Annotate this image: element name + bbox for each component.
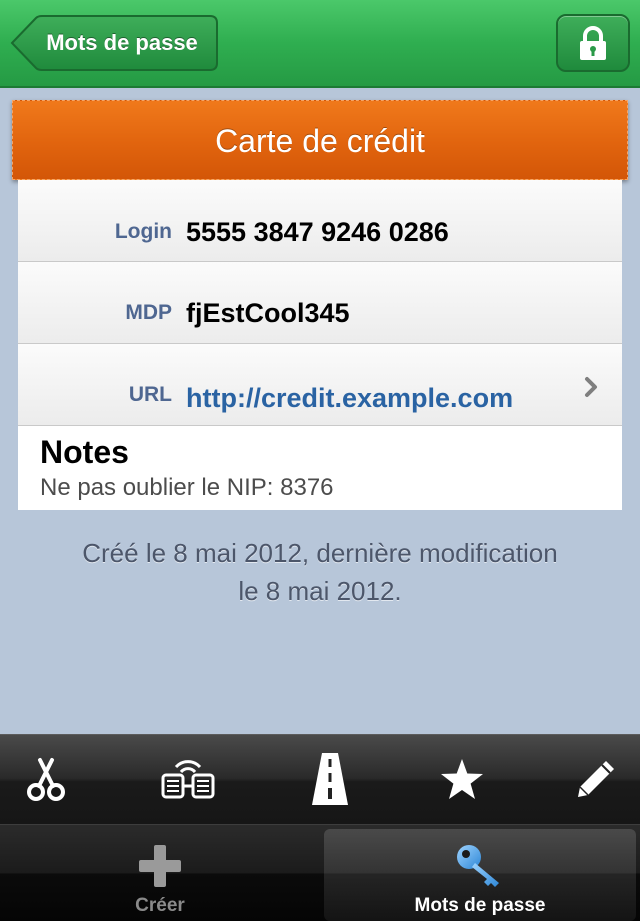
entry-title-header: Carte de crédit	[12, 100, 628, 180]
navigation-bar: Mots de passe	[0, 0, 640, 88]
tab-creer-label: Créer	[135, 895, 185, 916]
road-button[interactable]	[290, 735, 370, 823]
notes-title: Notes	[40, 434, 129, 470]
modification-info-line1: Créé le 8 mai 2012, dernière modificatio…	[82, 538, 558, 568]
tab-mots-de-passe-label: Mots de passe	[414, 895, 546, 916]
sync-button[interactable]	[148, 735, 228, 823]
back-button[interactable]: Mots de passe	[10, 15, 218, 71]
notes-text: Ne pas oublier le NIP: 8376	[40, 474, 334, 501]
sync-icon	[161, 760, 215, 799]
action-toolbar	[0, 734, 640, 825]
chevron-right-icon	[585, 377, 597, 397]
password-value[interactable]: fjEstCool345	[186, 262, 350, 344]
password-label: MDP	[125, 301, 172, 324]
modification-info: Créé le 8 mai 2012, dernière modificatio…	[0, 534, 640, 610]
cut-button[interactable]	[6, 735, 86, 823]
lock-button[interactable]	[556, 14, 630, 72]
back-button-label: Mots de passe	[46, 30, 198, 55]
login-value[interactable]: 5555 3847 9246 0286	[186, 180, 449, 262]
url-label: URL	[128, 383, 172, 406]
url-row[interactable]: URL http://credit.example.com	[18, 344, 622, 426]
entry-fields-table: Login 5555 3847 9246 0286 MDP fjEstCool3…	[18, 180, 622, 510]
road-icon	[312, 753, 348, 805]
favorite-button[interactable]	[422, 735, 502, 823]
pencil-icon	[578, 761, 614, 797]
tab-bar: Créer Mots de passe	[0, 824, 640, 921]
tab-creer[interactable]: Créer	[4, 829, 316, 921]
url-link[interactable]: http://credit.example.com	[186, 355, 513, 437]
scissors-icon	[27, 758, 65, 801]
plus-icon	[139, 845, 181, 887]
login-label: Login	[114, 220, 172, 243]
tab-mots-de-passe[interactable]: Mots de passe	[324, 829, 636, 921]
key-icon	[457, 845, 499, 887]
edit-button[interactable]	[556, 735, 636, 823]
notes-section: Notes Ne pas oublier le NIP: 8376	[18, 426, 622, 510]
lock-icon	[580, 26, 606, 60]
star-icon	[441, 759, 483, 799]
modification-info-line2: le 8 mai 2012.	[238, 576, 402, 606]
login-row[interactable]: Login 5555 3847 9246 0286	[18, 180, 622, 262]
password-row[interactable]: MDP fjEstCool345	[18, 262, 622, 344]
